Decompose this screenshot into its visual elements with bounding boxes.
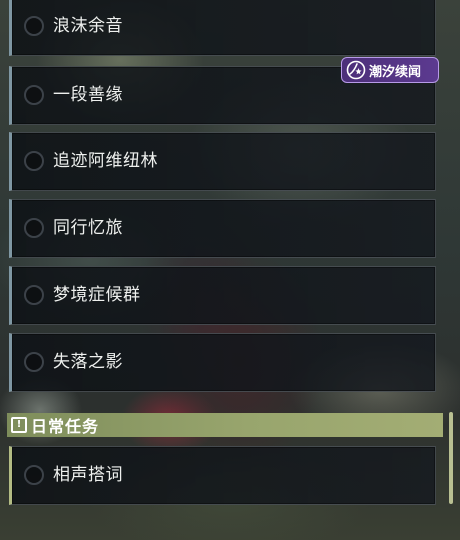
quest-item[interactable]: 追迹阿维纽林 (9, 132, 436, 191)
quest-select-radio[interactable] (24, 218, 44, 238)
quest-title: 相声搭词 (53, 465, 123, 485)
quest-list-panel: 浪沫余音 一段善缘 追迹阿维纽林 同行忆旅 梦境症候群 失落之影 潮汐续闻 ! … (0, 0, 460, 540)
quest-select-radio[interactable] (24, 151, 44, 171)
quest-title: 失落之影 (53, 352, 123, 372)
daily-quests-header[interactable]: ! 日常任务 (7, 413, 443, 437)
quest-title: 追迹阿维纽林 (53, 151, 158, 171)
quest-select-radio[interactable] (24, 285, 44, 305)
quest-select-radio[interactable] (24, 16, 44, 36)
scrollbar[interactable] (449, 412, 453, 504)
quest-title: 一段善缘 (53, 85, 123, 105)
quest-item[interactable]: 同行忆旅 (9, 199, 436, 258)
star-swirl-icon (346, 60, 366, 80)
quest-select-radio[interactable] (24, 352, 44, 372)
quest-title: 同行忆旅 (53, 218, 123, 238)
quest-select-radio[interactable] (24, 85, 44, 105)
quest-title: 梦境症候群 (53, 285, 141, 305)
event-tag: 潮汐续闻 (341, 57, 439, 83)
section-title: 日常任务 (31, 417, 100, 436)
quest-item[interactable]: 梦境症候群 (9, 266, 436, 325)
event-tag-label: 潮汐续闻 (369, 64, 422, 80)
quest-title: 浪沫余音 (53, 16, 123, 36)
quest-item[interactable]: 相声搭词 (9, 446, 436, 505)
quest-item[interactable]: 失落之影 (9, 333, 436, 392)
quest-select-radio[interactable] (24, 465, 44, 485)
quest-item[interactable]: 浪沫余音 (9, 0, 436, 56)
info-icon: ! (11, 417, 27, 433)
